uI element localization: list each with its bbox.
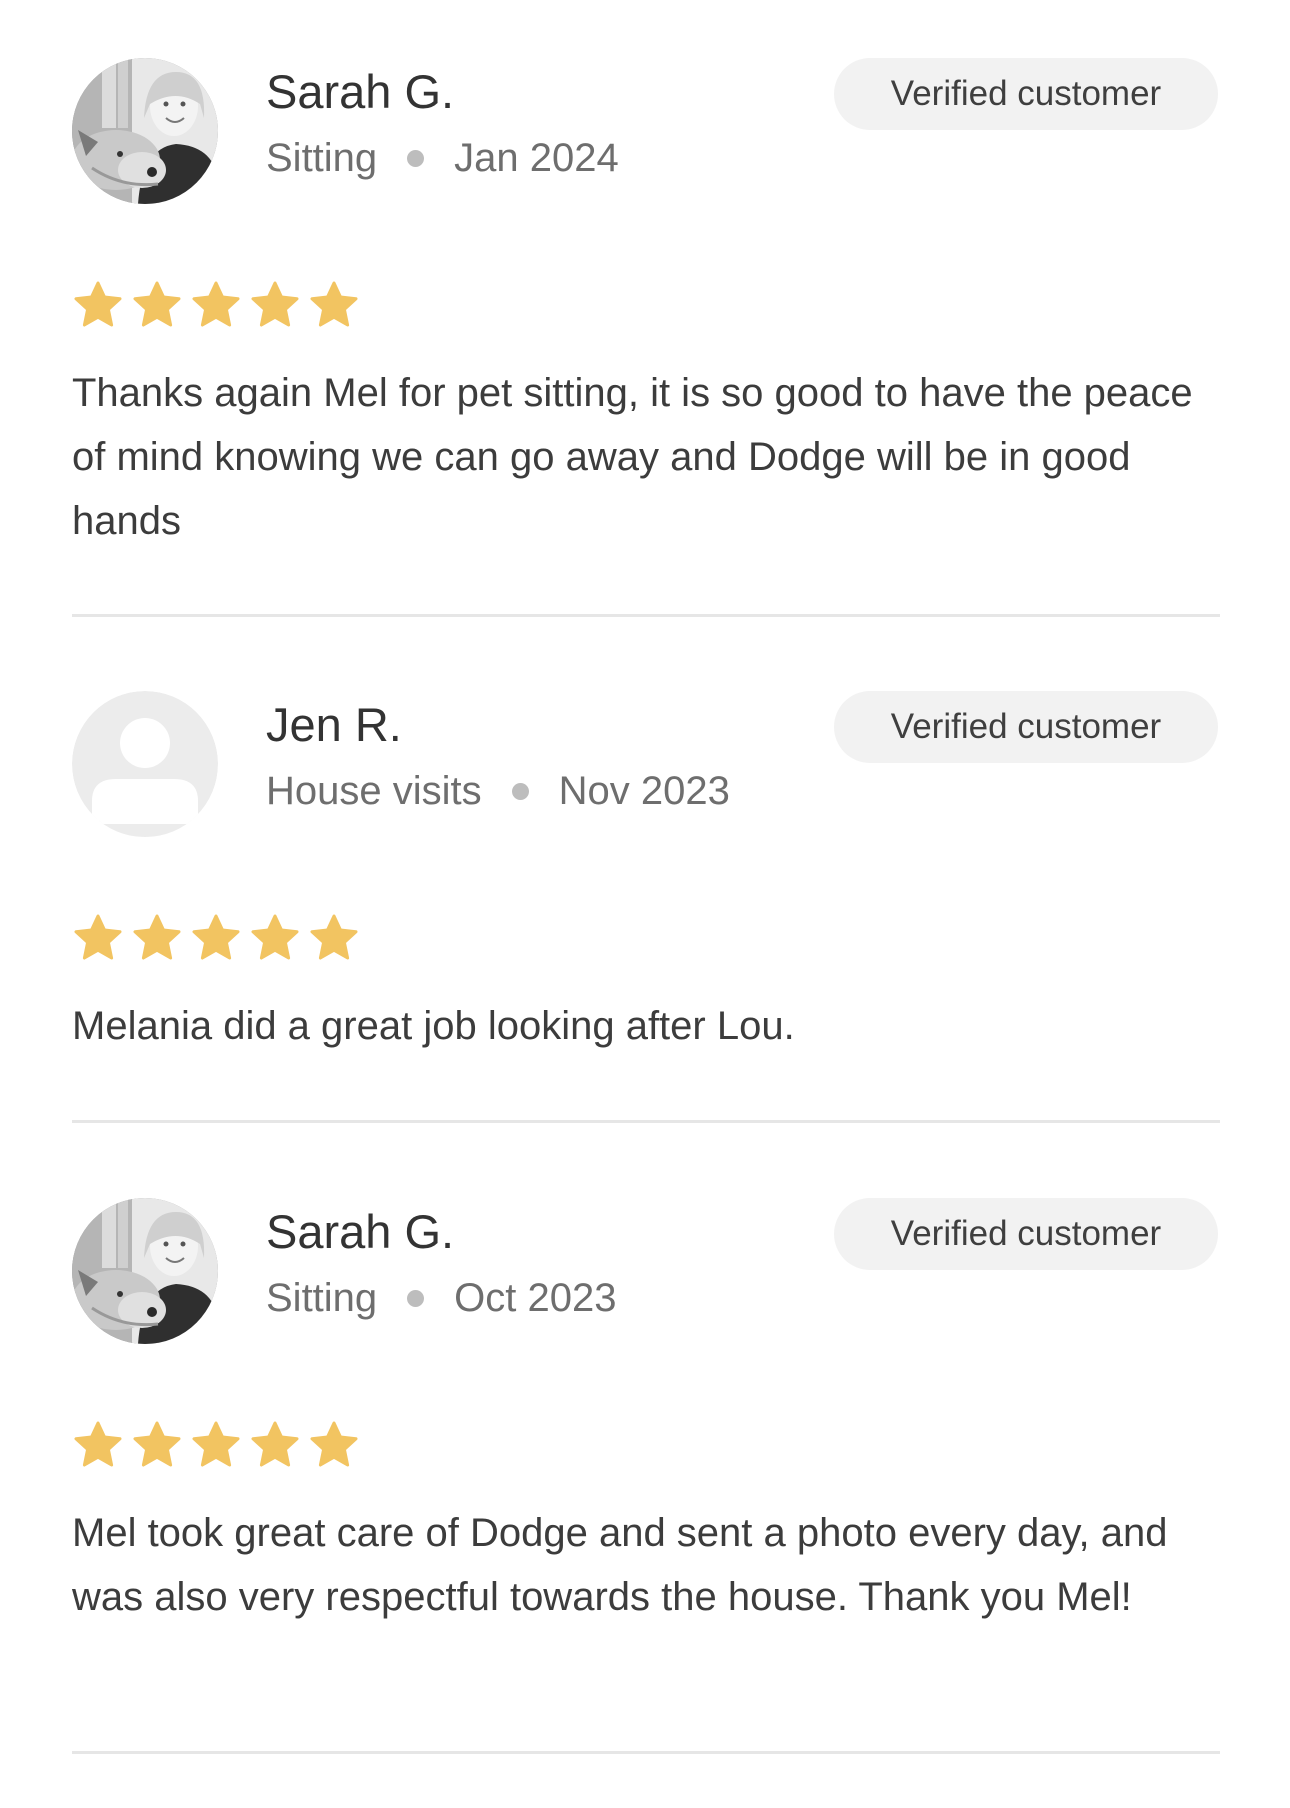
review-date: Jan 2024 (454, 136, 619, 180)
service-type: House visits (266, 769, 482, 813)
review-text: Thanks again Mel for pet sitting, it is … (72, 371, 1193, 543)
separator-dot-icon (511, 782, 529, 800)
star-icon (131, 912, 183, 964)
star-icon (131, 1419, 183, 1471)
default-user-avatar-icon (72, 691, 218, 837)
reviewer-name: Sarah G. (266, 1205, 455, 1258)
review-meta: Sitting Oct 2023 (266, 1274, 617, 1322)
reviewer-name: Sarah G. (266, 65, 455, 118)
separator-dot-icon (407, 149, 425, 167)
star-icon (190, 279, 242, 331)
review-date: Nov 2023 (558, 769, 730, 813)
star-icon (72, 279, 124, 331)
star-icon (72, 1419, 124, 1471)
service-type: Sitting (266, 1276, 378, 1320)
star-icon (190, 1419, 242, 1471)
review-divider (72, 1751, 1220, 1754)
review-divider (72, 614, 1220, 617)
review-divider (72, 1120, 1220, 1123)
verified-customer-badge: Verified customer (834, 1198, 1218, 1270)
review-date: Oct 2023 (454, 1276, 617, 1320)
reviewer-avatar[interactable] (72, 691, 218, 837)
star-rating (72, 912, 367, 964)
reviewer-avatar[interactable] (72, 1198, 218, 1344)
star-icon (308, 1419, 360, 1471)
star-icon (249, 279, 301, 331)
star-icon (72, 912, 124, 964)
service-type: Sitting (266, 136, 378, 180)
separator-dot-icon (407, 1289, 425, 1307)
photo-avatar-icon (72, 1198, 218, 1344)
review-meta: Sitting Jan 2024 (266, 134, 619, 182)
star-icon (131, 279, 183, 331)
verified-customer-badge: Verified customer (834, 58, 1218, 130)
star-icon (308, 279, 360, 331)
star-rating (72, 279, 367, 331)
star-icon (308, 912, 360, 964)
star-icon (190, 912, 242, 964)
star-icon (249, 912, 301, 964)
star-icon (249, 1419, 301, 1471)
reviewer-name: Jen R. (266, 698, 402, 751)
star-rating (72, 1419, 367, 1471)
review-text: Mel took great care of Dodge and sent a … (72, 1511, 1168, 1619)
photo-avatar-icon (72, 58, 218, 204)
verified-customer-badge: Verified customer (834, 691, 1218, 763)
review-meta: House visits Nov 2023 (266, 767, 730, 815)
reviewer-avatar[interactable] (72, 58, 218, 204)
review-text: Melania did a great job looking after Lo… (72, 1004, 795, 1048)
